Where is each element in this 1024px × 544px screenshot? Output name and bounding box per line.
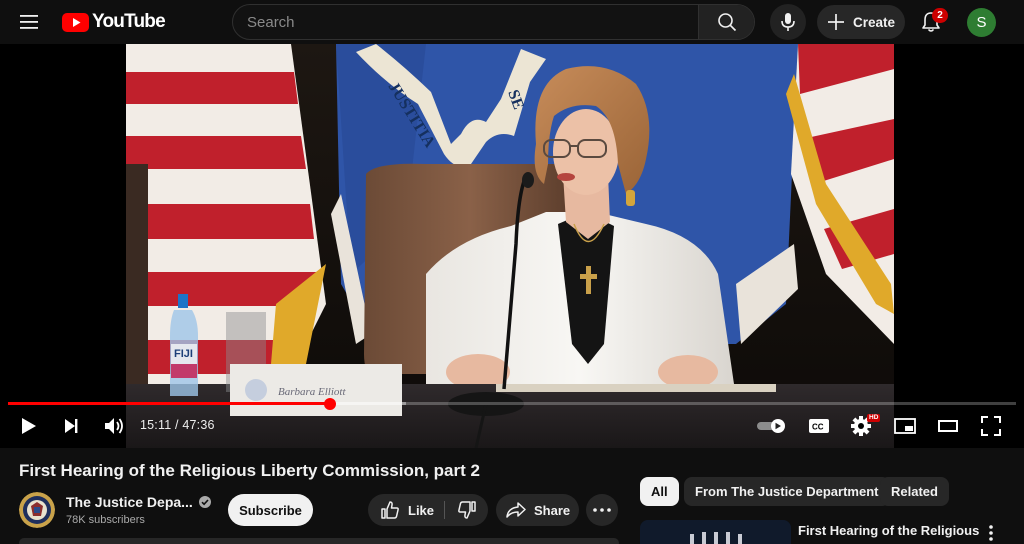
time-display: 15:11 / 47:36 (140, 418, 215, 432)
plus-icon (828, 14, 844, 30)
nameplate: Barbara Elliott (230, 364, 402, 416)
subscribe-button[interactable]: Subscribe (228, 494, 313, 526)
next-button[interactable] (58, 414, 84, 438)
bottle-label: FIJI (174, 348, 193, 360)
verified-icon (198, 496, 211, 508)
youtube-logo-icon (62, 12, 89, 32)
channel-name-text: The Justice Depa... (66, 494, 193, 510)
video-scene: JUSTITIA SE FIJI Barbara Elliott (126, 44, 894, 448)
more-vertical-icon (989, 525, 993, 541)
like-button[interactable]: Like (368, 494, 444, 526)
chip-from-channel[interactable]: From The Justice Department (684, 477, 890, 506)
chip-related[interactable]: Related (880, 477, 949, 506)
doj-seal-icon (19, 492, 55, 528)
dislike-button[interactable] (445, 494, 488, 526)
chip-all[interactable]: All (640, 477, 679, 506)
account-avatar[interactable]: S (967, 8, 996, 37)
volume-icon (105, 418, 123, 434)
video-title: First Hearing of the Religious Liberty C… (19, 461, 480, 480)
menu-icon (20, 15, 38, 29)
mic-icon (781, 13, 795, 31)
thumbs-down-icon (457, 501, 476, 519)
search-button[interactable] (698, 5, 754, 39)
share-label: Share (534, 502, 571, 518)
fullscreen-icon (981, 416, 1001, 436)
video-player[interactable]: JUSTITIA SE FIJI Barbara Elliott 15:11 /… (0, 44, 1024, 448)
subscriber-count: 78K subscribers (66, 514, 145, 526)
like-label: Like (408, 502, 435, 518)
recommended-video-menu-button[interactable] (982, 522, 1000, 544)
create-button[interactable]: Create (817, 5, 905, 39)
youtube-logo[interactable]: YouTube (62, 11, 166, 33)
next-icon (65, 419, 78, 433)
autoplay-toggle[interactable] (756, 414, 788, 438)
share-icon (506, 502, 526, 518)
search-icon (717, 13, 736, 32)
miniplayer-button[interactable] (892, 414, 918, 438)
progress-bar[interactable] (8, 397, 1016, 410)
hd-badge: HD (867, 414, 881, 422)
thumbs-up-icon (381, 501, 399, 519)
autoplay-toggle-icon (757, 419, 785, 433)
volume-button[interactable] (101, 414, 127, 438)
recommended-video-thumbnail[interactable] (640, 520, 791, 544)
captions-button[interactable]: CC (806, 414, 832, 438)
share-button[interactable]: Share (496, 494, 579, 526)
search-input[interactable] (233, 5, 698, 39)
more-actions-button[interactable] (586, 494, 618, 526)
channel-name[interactable]: The Justice Depa... (66, 494, 211, 510)
play-icon (22, 418, 36, 434)
notifications-button[interactable]: 2 (914, 6, 948, 38)
more-horizontal-icon (593, 508, 611, 512)
miniplayer-icon (894, 418, 916, 434)
play-button[interactable] (16, 414, 40, 438)
create-label: Create (853, 14, 896, 30)
recommended-video-title[interactable]: First Hearing of the Religious (798, 523, 979, 538)
like-dislike-group: Like (368, 494, 488, 526)
description-box[interactable] (19, 538, 619, 544)
video-frame[interactable]: JUSTITIA SE FIJI Barbara Elliott (126, 44, 894, 448)
speaker-face (553, 109, 619, 195)
notification-count-badge: 2 (932, 8, 948, 23)
svg-text:CC: CC (812, 423, 824, 432)
channel-avatar[interactable] (19, 492, 55, 528)
masthead: YouTube Create 2 S (0, 0, 1024, 44)
voice-search-button[interactable] (770, 4, 806, 40)
menu-button[interactable] (14, 8, 44, 36)
captions-icon: CC (809, 419, 829, 433)
progress-played (8, 402, 330, 405)
youtube-logo-text: YouTube (92, 11, 166, 32)
fullscreen-button[interactable] (978, 414, 1004, 438)
theater-mode-button[interactable] (935, 414, 961, 438)
scrubber-handle[interactable] (323, 397, 336, 410)
theater-icon (938, 420, 958, 432)
thumbnail-image (640, 520, 791, 544)
nameplate-text: Barbara Elliott (278, 386, 346, 398)
search-box (232, 4, 755, 40)
